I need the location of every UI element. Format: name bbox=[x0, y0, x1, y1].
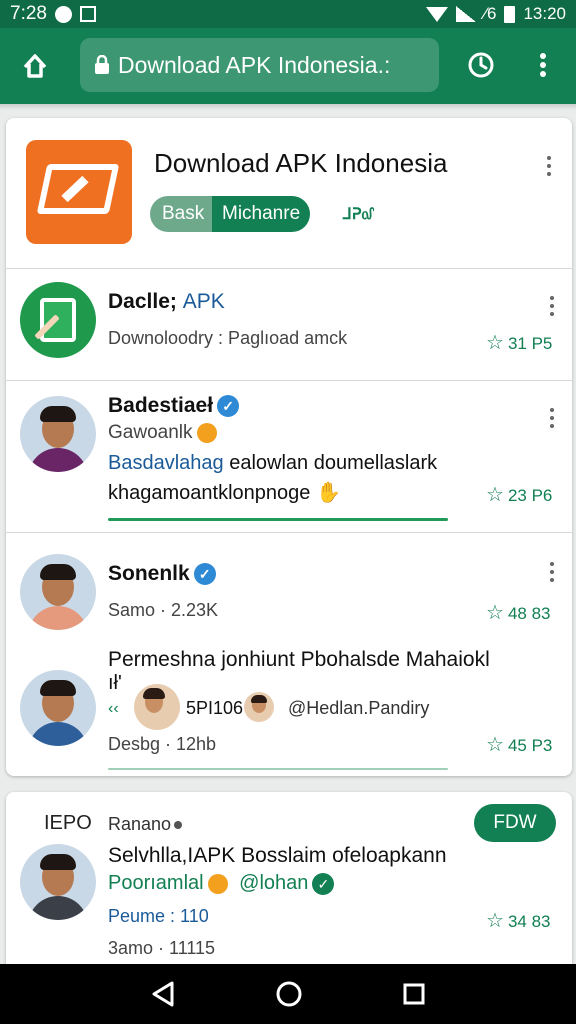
item-subtitle: Downoloodry : Paglıoad amck bbox=[108, 328, 348, 348]
divider bbox=[6, 380, 572, 381]
item-more-button[interactable] bbox=[549, 408, 555, 428]
item-subtitle: Gawoanlk bbox=[108, 422, 217, 444]
segment-michanre[interactable]: Michanre bbox=[212, 196, 310, 232]
post-author[interactable]: Ranano bbox=[108, 814, 183, 835]
item-headline[interactable]: Permeshna jonhiunt Pbohalsde Mahaiokl bbox=[108, 648, 490, 672]
verified-icon: ✓ bbox=[217, 395, 240, 418]
avatar[interactable] bbox=[20, 670, 96, 746]
rating: ☆ 23 P6 bbox=[486, 484, 553, 506]
back-icon[interactable] bbox=[150, 980, 176, 1008]
hand-icon: ✋ bbox=[315, 482, 341, 504]
item-more-button[interactable] bbox=[549, 562, 555, 582]
verified-icon: ✓ bbox=[312, 872, 335, 895]
star-icon: ☆ bbox=[486, 332, 504, 354]
post-title[interactable]: Selvhlla,IAPK Bosslaim ofeloapkann bbox=[108, 844, 447, 868]
more-vert-icon bbox=[540, 53, 546, 77]
post-tag: IEPO bbox=[44, 812, 92, 834]
signal-icon bbox=[456, 6, 477, 22]
star-icon: ☆ bbox=[486, 602, 504, 624]
avatar[interactable] bbox=[20, 396, 96, 472]
star-icon: ☆ bbox=[486, 734, 504, 756]
item-subtitle: Desbg · 12hb bbox=[108, 734, 217, 754]
app-title: Download APK Indonesia bbox=[154, 148, 448, 178]
home-button[interactable] bbox=[0, 51, 70, 81]
post-line: Poorıamlal @lohan ✓ bbox=[108, 872, 335, 895]
app-card: Download APK Indonesia Bask Michanre ᒧᕈ᧞… bbox=[6, 118, 572, 776]
rating: ☆ 31 P5 bbox=[486, 332, 553, 354]
mini-handle[interactable]: @Hedlan.Pandiry bbox=[288, 698, 429, 719]
battery-icon bbox=[504, 5, 516, 23]
url-bar[interactable]: Download APK Indonesia.: bbox=[80, 38, 439, 92]
divider bbox=[6, 268, 572, 269]
rating: ☆ 34 83 bbox=[486, 910, 551, 932]
rating: ☆ 48 83 bbox=[486, 602, 551, 624]
mini-avatar[interactable] bbox=[244, 692, 274, 722]
notification-icon bbox=[54, 5, 72, 23]
segment-bask[interactable]: Bask bbox=[150, 196, 212, 232]
history-button[interactable] bbox=[466, 50, 496, 85]
status-time: 7:28 bbox=[10, 3, 47, 24]
item-body-line: khagamoantklonpnoge ✋ bbox=[108, 482, 341, 504]
reply-icon: ‹‹ bbox=[108, 700, 119, 717]
url-text: Download APK Indonesia.: bbox=[118, 51, 391, 78]
browser-toolbar: Download APK Indonesia.: bbox=[0, 28, 576, 104]
post-card: IEPO Ranano FDW Selvhlla,IAPK Bosslaim o… bbox=[6, 792, 572, 972]
status-bar: 7:28 ⁄6 13:20 bbox=[0, 0, 576, 28]
item-headline-cont: ıł' bbox=[108, 672, 122, 694]
post-meta-secondary: 3amo · 11115 bbox=[108, 938, 216, 958]
tag-icon bbox=[36, 164, 120, 214]
avatar[interactable] bbox=[20, 554, 96, 630]
home-circle-icon[interactable] bbox=[275, 980, 303, 1008]
wifi-icon bbox=[426, 6, 449, 22]
mini-label: 5PI106 bbox=[186, 698, 244, 718]
system-nav-bar bbox=[0, 964, 576, 1024]
follow-button[interactable]: FDW bbox=[474, 804, 556, 842]
header-extra-label: ᒧᕈ᧞ bbox=[342, 206, 373, 223]
app-notification-icon bbox=[79, 6, 96, 22]
segment-control: Bask Michanre bbox=[150, 196, 310, 232]
star-icon: ☆ bbox=[486, 910, 504, 932]
app-avatar[interactable] bbox=[20, 282, 96, 358]
item-more-button[interactable] bbox=[549, 296, 555, 316]
divider bbox=[6, 532, 572, 533]
star-icon: ☆ bbox=[486, 484, 504, 506]
recents-icon[interactable] bbox=[402, 982, 426, 1006]
emoji-icon bbox=[207, 873, 228, 894]
item-title[interactable]: Badestiaeł ✓ bbox=[108, 394, 240, 418]
item-title[interactable]: Daclle; APK bbox=[108, 290, 225, 314]
network-label: ⁄6 bbox=[484, 4, 497, 23]
app-logo[interactable] bbox=[26, 140, 132, 244]
toolbar-shadow bbox=[0, 104, 576, 110]
dot-icon bbox=[174, 821, 183, 830]
clock-icon bbox=[468, 52, 494, 78]
header-more-button[interactable] bbox=[546, 156, 552, 176]
mini-avatar[interactable] bbox=[134, 684, 180, 730]
item-subtitle: Samo · 2.23K bbox=[108, 600, 219, 620]
lock-icon bbox=[95, 55, 109, 74]
overflow-menu-button[interactable] bbox=[536, 50, 550, 85]
progress-bar bbox=[108, 768, 448, 770]
home-icon bbox=[23, 54, 47, 78]
post-meta: Peume : 110 bbox=[108, 906, 209, 926]
status-clock: 13:20 bbox=[523, 4, 566, 23]
verified-icon: ✓ bbox=[193, 563, 216, 586]
item-title[interactable]: Sonenlk ✓ bbox=[108, 562, 216, 586]
avatar[interactable] bbox=[20, 844, 96, 920]
emoji-icon bbox=[196, 422, 217, 443]
item-body-line: Basdavlahag ealowlan doumellaslark bbox=[108, 452, 438, 474]
progress-bar bbox=[108, 518, 448, 521]
rating: ☆ 45 P3 bbox=[486, 734, 553, 756]
